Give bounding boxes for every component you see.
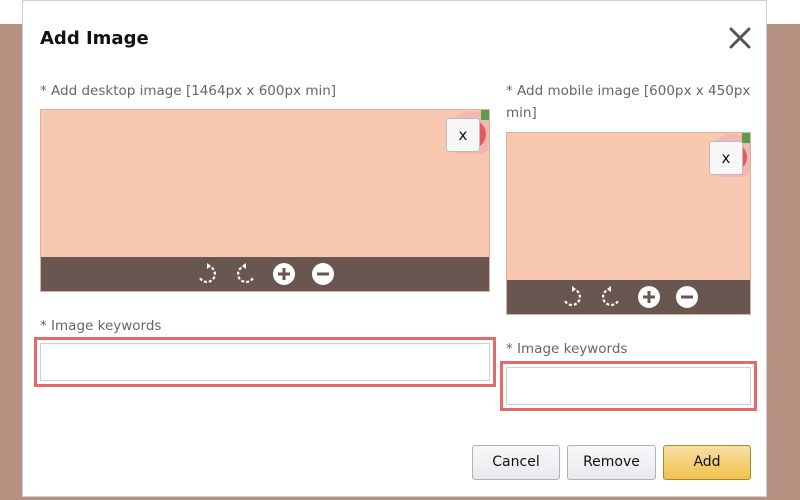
rotate-right-icon[interactable] [195,262,219,286]
mobile-image-label-line1: * Add mobile image [600px x 450px [506,83,751,99]
rotate-left-icon[interactable] [234,262,258,286]
desktop-image-toolbar [41,257,489,291]
desktop-image-label: * Add desktop image [1464px x 600px min] [40,83,337,99]
add-image-dialog: Add Image * Add desktop image [1464px x … [22,0,767,497]
mobile-remove-image-button[interactable]: x [709,141,743,175]
cancel-button[interactable]: Cancel [472,445,560,480]
mobile-image-preview: x [506,132,751,315]
desktop-keywords-label: * Image keywords [40,318,162,334]
zoom-in-icon[interactable] [272,262,296,286]
mobile-image-label-line2: min] [506,105,537,121]
mobile-keywords-input[interactable] [506,367,751,405]
remove-button[interactable]: Remove [567,445,656,480]
add-button[interactable]: Add [663,445,751,480]
zoom-in-icon[interactable] [637,285,661,309]
image-fragment-leaf [742,133,750,143]
mobile-image-toolbar [507,280,750,314]
desktop-image-preview: x [40,109,490,292]
close-icon[interactable] [723,21,757,55]
zoom-out-icon[interactable] [675,285,699,309]
rotate-right-icon[interactable] [560,285,584,309]
desktop-remove-image-button[interactable]: x [446,118,480,152]
mobile-keywords-label: * Image keywords [506,341,628,357]
rotate-left-icon[interactable] [599,285,623,309]
image-fragment-leaf [481,110,489,120]
zoom-out-icon[interactable] [311,262,335,286]
desktop-keywords-input[interactable] [40,343,490,381]
dialog-title: Add Image [40,28,149,49]
mobile-image-label: * Add mobile image [600px x 450px min] [506,80,750,124]
